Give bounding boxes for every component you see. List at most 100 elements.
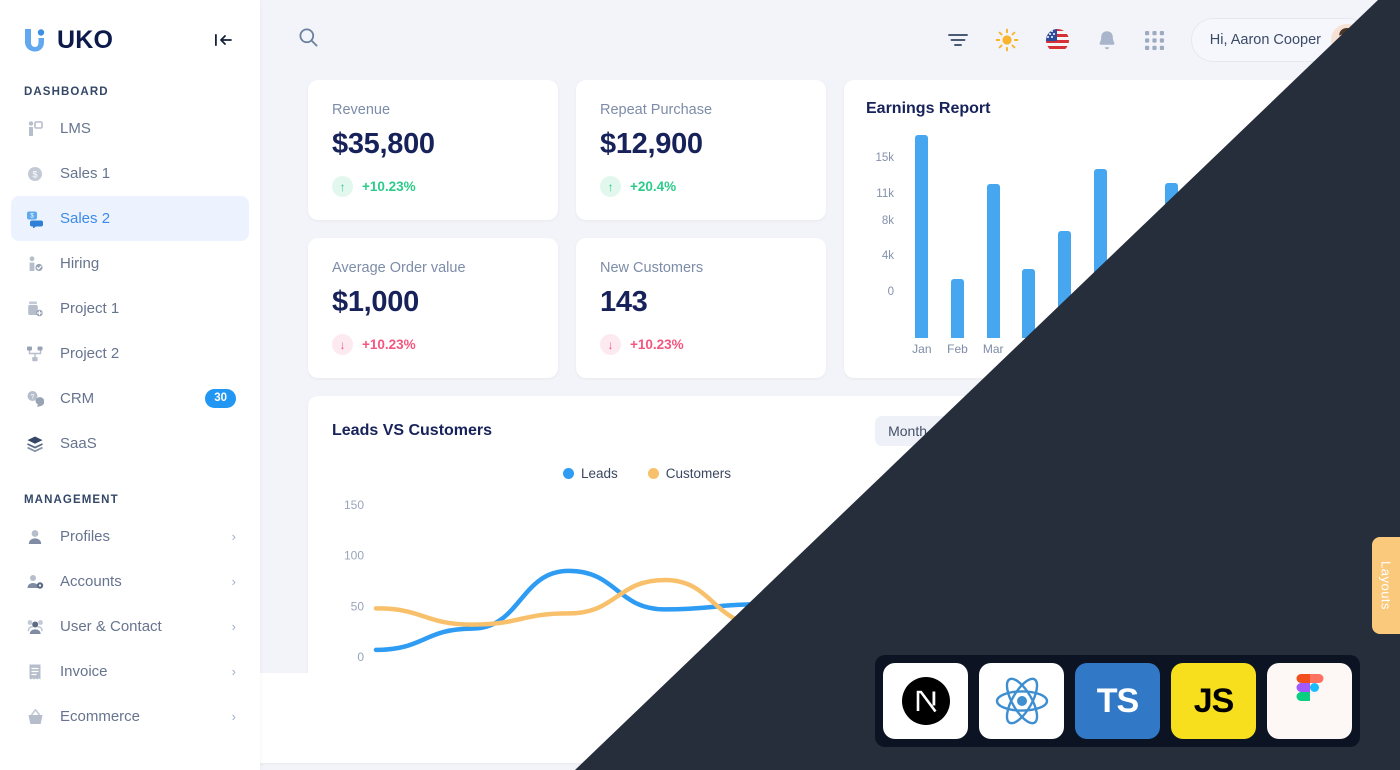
bar-column <box>1189 132 1225 338</box>
user-menu-button[interactable]: Hi, Aaron Cooper <box>1190 18 1370 62</box>
sidebar-item-label: Hiring <box>60 255 100 272</box>
bar-column <box>1154 132 1190 338</box>
crm-bubble-icon: ? <box>24 388 46 410</box>
sidebar-section-management-title: MANAGEMENT <box>24 494 119 506</box>
earnings-bar-chart: 0 4k 8k 11k 15k Jan Feb Mar Apr May Jun Jul Aug Sep O… <box>866 132 1338 364</box>
svg-text:?: ? <box>31 393 35 400</box>
sidebar-item-invoice[interactable]: Invoice › <box>11 649 249 694</box>
chevron-right-icon: › <box>231 709 236 724</box>
donut-sub-label: Avg Range <box>1146 564 1218 580</box>
y-tick-label: 0 <box>357 650 364 664</box>
tech-logos-strip: TS JS <box>875 655 1360 747</box>
lms-icon <box>24 118 46 140</box>
hiring-person-icon <box>24 253 46 275</box>
x-tick-label: Dec <box>1303 342 1325 356</box>
sidebar-item-crm[interactable]: ? CRM 30 <box>11 376 249 421</box>
sitemap-icon <box>24 343 46 365</box>
earnings-y-axis: 0 4k 8k 11k 15k <box>866 132 898 364</box>
sidebar-item-project-2[interactable]: Project 2 <box>11 331 249 376</box>
bar-column <box>1011 132 1047 338</box>
x-tick-label: Aug <box>1160 342 1183 356</box>
sidebar-item-label: CRM <box>60 390 95 407</box>
chevron-down-icon <box>1325 101 1338 117</box>
filter-lines-icon[interactable] <box>947 31 969 49</box>
leads-header: Leads VS Customers Month <box>332 416 962 446</box>
sidebar-item-label: Project 2 <box>60 345 120 362</box>
stat-delta: ↓ +10.23% <box>332 334 534 355</box>
earnings-plot-area: Jan Feb Mar Apr May Jun Jul Aug Sep Oct Nov Dec <box>898 132 1338 364</box>
earnings-range-select[interactable]: Month <box>1273 101 1338 117</box>
sidebar-item-hiring[interactable]: Hiring <box>11 241 249 286</box>
brand-name: UKO <box>57 25 114 54</box>
bar <box>1058 230 1072 338</box>
donut-value: 140 <box>1156 583 1208 616</box>
line-series-customers <box>373 538 957 627</box>
dollar-coin-icon: $ <box>24 163 46 185</box>
arrow-up-icon: ↑ <box>600 176 621 197</box>
topbar-actions: Hi, Aaron Cooper <box>947 18 1370 62</box>
sidebar-item-lms[interactable]: LMS <box>11 106 249 151</box>
usa-flag-icon[interactable] <box>1045 28 1070 53</box>
y-tick-label: 0 <box>887 286 894 298</box>
x-tick-label: Jun <box>1090 342 1110 356</box>
legend-dot <box>647 468 659 479</box>
collapse-sidebar-icon[interactable] <box>212 28 236 52</box>
apps-grid-icon[interactable] <box>1144 30 1165 51</box>
user-icon <box>24 526 46 548</box>
stat-card-repeat-purchase: Repeat Purchase $12,900 ↑ +20.4% <box>576 80 826 220</box>
sun-theme-icon[interactable] <box>995 28 1019 52</box>
search-icon[interactable] <box>298 27 319 53</box>
stat-value: $12,900 <box>600 128 703 160</box>
sidebar-item-accounts[interactable]: Accounts › <box>11 559 249 604</box>
legend-item-customers: Customers <box>647 466 731 481</box>
legend-label: Leads <box>580 466 618 481</box>
x-tick-label: Mar <box>982 342 1004 356</box>
sidebar-item-profiles[interactable]: Profiles › <box>11 514 249 559</box>
top-row: Revenue $35,800 ↑ +10.23% Repeat Purchas… <box>308 80 1360 378</box>
javascript-logo: JS <box>1171 663 1256 739</box>
bar-column <box>975 132 1011 338</box>
stat-card-revenue: Revenue $35,800 ↑ +10.23% <box>308 80 558 220</box>
chevron-right-icon: › <box>231 574 236 589</box>
uko-logo-icon <box>22 26 48 54</box>
sidebar-item-label: SaaS <box>60 435 97 452</box>
chevron-right-icon: › <box>231 619 236 634</box>
bar-column <box>1118 132 1154 338</box>
bar <box>986 184 1000 338</box>
earnings-header: Earnings Report Month <box>866 100 1338 118</box>
figma-logo <box>1267 663 1352 739</box>
stat-value: $35,800 <box>332 128 435 160</box>
sidebar-item-label: Ecommerce <box>60 708 141 725</box>
donut-center-label: Avg Range 140 <box>1052 564 1312 617</box>
sidebar-item-label: Accounts <box>60 573 122 590</box>
stat-card-new-customers: New Customers 143 ↓ +10.23% <box>576 238 826 378</box>
stat-label: Revenue <box>332 102 391 118</box>
sidebar-item-sales-1[interactable]: $ Sales 1 <box>11 151 249 196</box>
stat-cards-grid: Revenue $35,800 ↑ +10.23% Repeat Purchas… <box>308 80 826 378</box>
notification-bell-icon[interactable] <box>1096 29 1118 52</box>
sidebar-item-sales-2[interactable]: $ Sales 2 <box>11 196 249 241</box>
y-tick-label: 15k <box>875 152 894 164</box>
earnings-bars <box>898 132 1338 338</box>
earnings-x-axis: Jan Feb Mar Apr May Jun Jul Aug Sep Oct Nov Dec <box>898 342 1338 364</box>
stat-card-average-order-value: Average Order value $1,000 ↓ +10.23% <box>308 238 558 378</box>
bar <box>1022 269 1036 338</box>
typescript-logo: TS <box>1075 663 1160 739</box>
x-tick-label: Nov <box>1267 342 1290 356</box>
sales-chat-icon: $ <box>24 208 46 230</box>
leads-range-select[interactable]: Month <box>875 416 962 446</box>
sidebar-item-ecommerce[interactable]: Ecommerce › <box>11 694 249 739</box>
sidebar-item-saas[interactable]: SaaS <box>11 421 249 466</box>
sidebar-item-project-1[interactable]: Project 1 <box>11 286 249 331</box>
sidebar-item-user-contact[interactable]: User & Contact › <box>11 604 249 649</box>
dashboard-page: UKO DASHBOARD LMS $ Sales 1 $ Sales 2 Hi… <box>0 0 1400 770</box>
chevron-right-icon: › <box>231 529 236 544</box>
x-tick-label: Jan <box>912 342 932 356</box>
layouts-side-tab[interactable]: Layouts <box>1372 537 1400 634</box>
project-status-title: Project Status <box>1129 418 1235 435</box>
bar <box>1093 169 1107 338</box>
sidebar-item-label: LMS <box>60 120 91 137</box>
stat-label: Average Order value <box>332 260 466 276</box>
leads-title: Leads VS Customers <box>332 422 493 439</box>
stat-delta: ↑ +20.4% <box>600 176 802 197</box>
